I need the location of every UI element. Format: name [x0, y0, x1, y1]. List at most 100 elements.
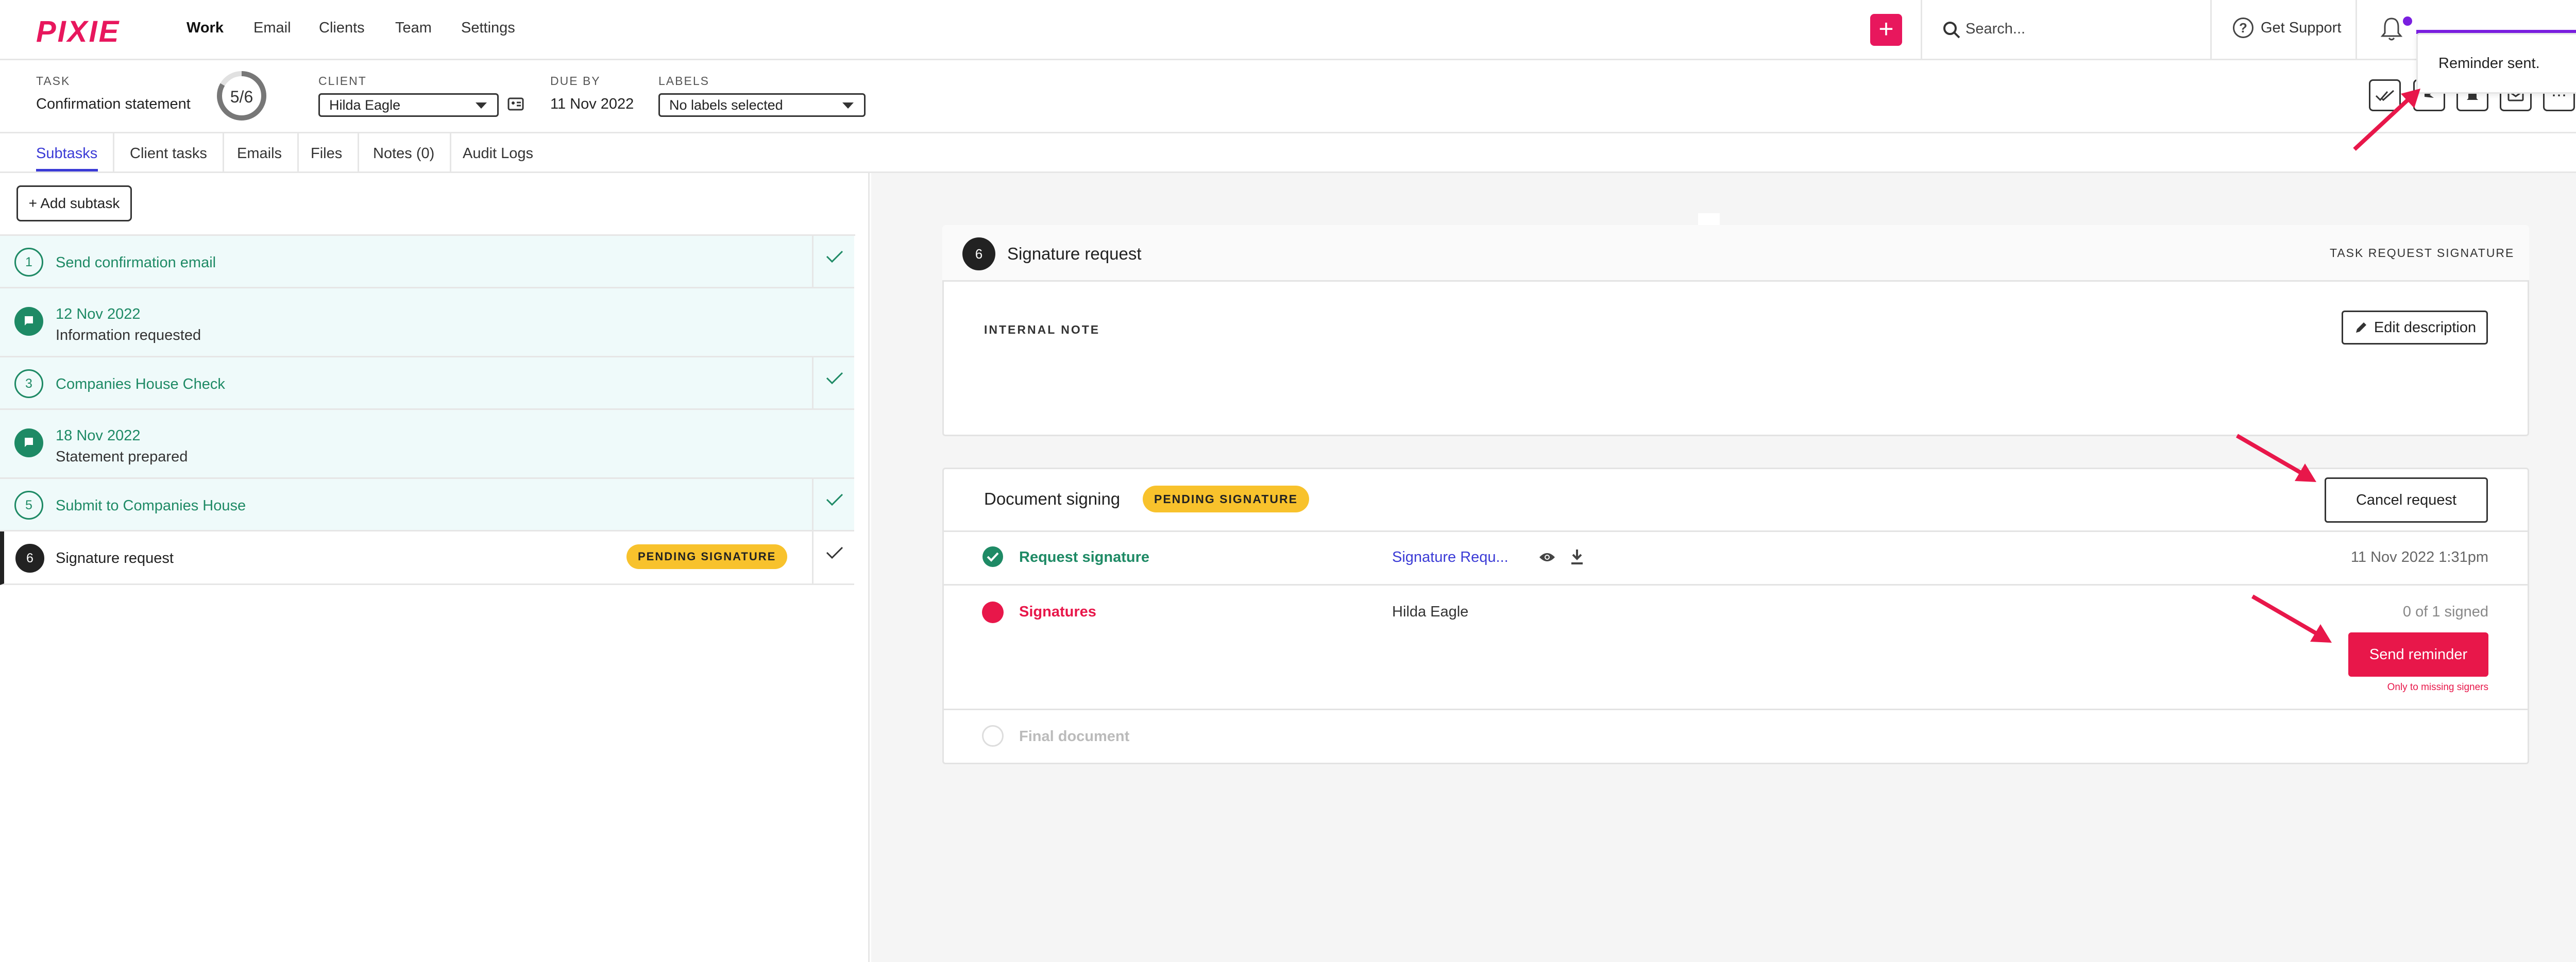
status-badge: PENDING SIGNATURE — [626, 544, 788, 569]
note-icon — [14, 428, 43, 457]
pending-status-icon — [982, 602, 1004, 623]
client-value: Hilda Eagle — [329, 97, 401, 113]
tab-subtasks[interactable]: Subtasks — [21, 133, 115, 174]
edit-description-label: Edit description — [2374, 319, 2477, 336]
divider — [944, 709, 2528, 710]
toast-notification: Reminder sent. × — [2416, 33, 2576, 94]
annotation-arrow — [2235, 434, 2316, 482]
create-new-button[interactable]: + — [1870, 14, 1902, 46]
nav-settings[interactable]: Settings — [461, 20, 515, 37]
note-row: 18 Nov 2022 Statement prepared — [0, 410, 854, 479]
caret-down-icon — [476, 102, 487, 109]
search-icon — [1943, 22, 1960, 39]
document-signing-title: Document signing — [984, 489, 1121, 508]
subtask-row[interactable]: 5 Submit to Companies House — [0, 479, 854, 531]
nav-email[interactable]: Email — [253, 20, 291, 37]
nav-work[interactable]: Work — [187, 20, 224, 37]
tab-bar: Subtasks Client tasks Emails Files Notes… — [0, 132, 2576, 174]
edit-description-button[interactable]: Edit description — [2342, 311, 2488, 345]
subtask-row-selected[interactable]: 6 Signature request PENDING SIGNATURE — [0, 531, 854, 585]
nav-clients[interactable]: Clients — [319, 20, 365, 37]
divider — [2355, 0, 2357, 60]
request-timestamp: 11 Nov 2022 1:31pm — [2350, 549, 2488, 565]
incomplete-status-icon — [982, 725, 1004, 747]
active-tab-indicator — [36, 169, 98, 171]
due-date[interactable]: 11 Nov 2022 — [550, 96, 634, 113]
subtask-title[interactable]: Signature request — [56, 550, 174, 567]
progress-text: 5/6 — [230, 88, 253, 106]
signature-file-link[interactable]: Signature Requ... — [1392, 549, 1509, 566]
complete-toggle[interactable] — [812, 236, 855, 287]
eye-icon[interactable] — [1538, 551, 1556, 563]
annotation-arrow — [2353, 89, 2420, 151]
search-input[interactable] — [1965, 19, 2187, 39]
nav-team[interactable]: Team — [395, 20, 432, 37]
detail-title: Signature request — [1007, 244, 1142, 263]
pixie-logo[interactable]: PIXIE — [36, 14, 120, 49]
send-reminder-hint: Only to missing signers — [2387, 682, 2488, 693]
labels-select[interactable]: No labels selected — [658, 93, 866, 117]
labels-value: No labels selected — [669, 97, 783, 113]
add-subtask-button[interactable]: + Add subtask — [16, 185, 132, 221]
check-icon — [826, 372, 843, 385]
subtask-number: 6 — [962, 237, 995, 270]
caret-down-icon — [842, 102, 854, 109]
client-select[interactable]: Hilda Eagle — [318, 93, 499, 117]
subtask-title[interactable]: Companies House Check — [56, 376, 225, 393]
note-text: Statement prepared — [56, 449, 188, 465]
pencil-icon — [2355, 322, 2366, 333]
client-label: CLIENT — [318, 74, 367, 88]
labels-label: LABELS — [658, 74, 709, 88]
subtask-row[interactable]: 1 Send confirmation email — [0, 236, 854, 288]
task-type-label: TASK REQUEST SIGNATURE — [2330, 246, 2515, 260]
due-by-label: DUE BY — [550, 74, 601, 88]
check-icon — [826, 493, 843, 506]
tab-client-tasks[interactable]: Client tasks — [114, 133, 224, 174]
detail-card-header — [942, 225, 2529, 282]
close-icon[interactable]: × — [2567, 50, 2576, 79]
note-date: 12 Nov 2022 — [56, 306, 141, 322]
bell-icon[interactable] — [2380, 16, 2403, 42]
subtask-number: 3 — [14, 369, 43, 398]
signatures-label: Signatures — [1019, 604, 1096, 620]
signed-count: 0 of 1 signed — [2402, 604, 2488, 620]
tab-files[interactable]: Files — [295, 133, 360, 174]
send-reminder-button[interactable]: Send reminder — [2348, 632, 2488, 677]
tab-audit-logs[interactable]: Audit Logs — [447, 133, 549, 174]
divider — [944, 530, 2528, 532]
divider — [1921, 0, 1922, 60]
note-date: 18 Nov 2022 — [56, 427, 141, 444]
success-check-icon — [982, 546, 1003, 567]
divider — [944, 584, 2528, 586]
cancel-request-button[interactable]: Cancel request — [2325, 477, 2488, 523]
internal-note-label: INTERNAL NOTE — [984, 323, 1100, 336]
check-icon — [826, 546, 843, 559]
note-row: 12 Nov 2022 Information requested — [0, 288, 854, 357]
get-support-link[interactable]: Get Support — [2261, 20, 2341, 37]
download-icon[interactable] — [1569, 548, 1585, 565]
note-text: Information requested — [56, 327, 201, 343]
client-card-icon[interactable] — [507, 96, 524, 112]
subtask-title[interactable]: Send confirmation email — [56, 254, 216, 271]
help-circle-icon: ? — [2233, 18, 2253, 38]
tab-notes[interactable]: Notes (0) — [358, 133, 452, 174]
signer-name: Hilda Eagle — [1392, 604, 1469, 620]
task-name: Confirmation statement — [36, 96, 191, 112]
task-label: TASK — [36, 74, 71, 88]
complete-toggle[interactable] — [812, 479, 855, 530]
check-icon — [826, 250, 843, 263]
subtask-title[interactable]: Submit to Companies House — [56, 497, 246, 514]
divider — [2210, 0, 2212, 60]
final-document-label: Final document — [1019, 728, 1130, 745]
complete-toggle[interactable] — [812, 531, 855, 583]
top-navigation-bar — [0, 0, 2576, 60]
subtask-row[interactable]: 3 Companies House Check — [0, 357, 854, 410]
request-signature-label: Request signature — [1019, 549, 1149, 565]
toast-message: Reminder sent. — [2438, 55, 2540, 72]
status-badge: PENDING SIGNATURE — [1143, 486, 1309, 512]
complete-toggle[interactable] — [812, 357, 855, 408]
subtask-number: 1 — [14, 248, 43, 277]
subtask-number: 5 — [14, 491, 43, 520]
note-icon — [14, 307, 43, 336]
tab-emails[interactable]: Emails — [222, 133, 299, 174]
